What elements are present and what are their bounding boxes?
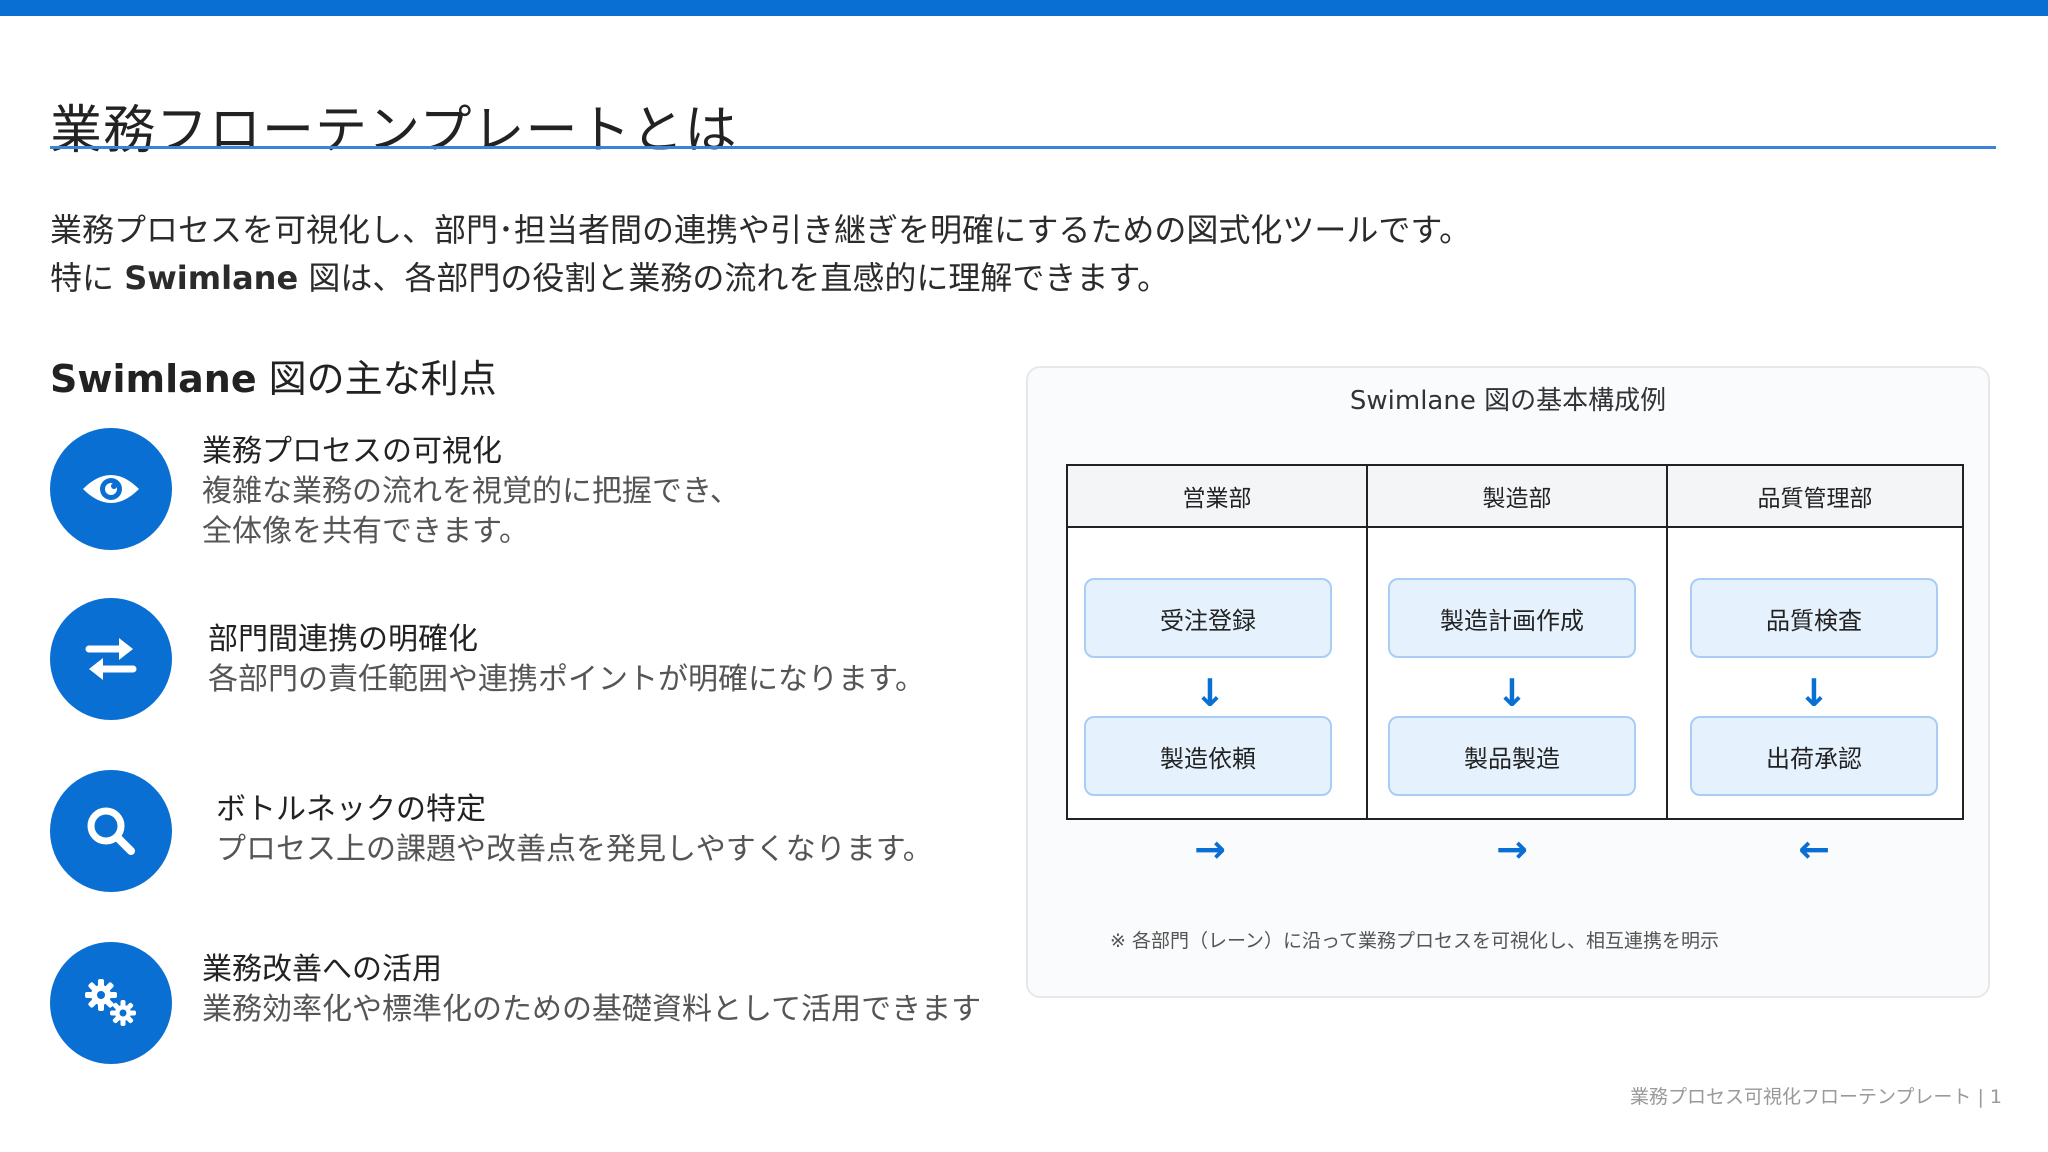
lane-header: 製造部 bbox=[1368, 466, 1666, 528]
lane-sales: 営業部 受注登録 ↓ 製造依頼 → bbox=[1068, 466, 1368, 868]
benefit-title: ボトルネックの特定 bbox=[216, 792, 486, 827]
benefit-title: 業務プロセスの可視化 bbox=[202, 434, 502, 469]
search-icon bbox=[50, 770, 172, 892]
swimlane-diagram-panel: Swimlane 図の基本構成例 営業部 受注登録 ↓ 製造依頼 → 製造部 製… bbox=[1026, 366, 1990, 998]
flow-step: 製品製造 bbox=[1388, 716, 1636, 796]
intro-line-2-suffix: 図は、各部門の役割と業務の流れを直感的に理解できます。 bbox=[298, 259, 1170, 297]
diagram-title: Swimlane 図の基本構成例 bbox=[1349, 386, 1667, 416]
arrow-down-icon: ↓ bbox=[1798, 671, 1830, 715]
arrow-left-icon: ← bbox=[1798, 827, 1830, 871]
eye-icon bbox=[50, 428, 172, 550]
lane-header: 品質管理部 bbox=[1668, 466, 1962, 528]
page-title: 業務フローテンプレートとは bbox=[50, 101, 738, 161]
lane-header: 営業部 bbox=[1068, 466, 1366, 528]
title-underline bbox=[50, 146, 1996, 149]
flow-step: 出荷承認 bbox=[1690, 716, 1938, 796]
arrow-down-icon: ↓ bbox=[1194, 671, 1226, 715]
flow-step: 品質検査 bbox=[1690, 578, 1938, 658]
benefit-desc-1: プロセス上の課題や改善点を発見しやすくなります。 bbox=[216, 832, 933, 867]
benefit-desc-2: 全体像を共有できます。 bbox=[202, 514, 529, 549]
benefits-heading-rest: 図の主な利点 bbox=[256, 357, 497, 401]
arrow-down-icon: ↓ bbox=[1496, 671, 1528, 715]
intro-line-2-prefix: 特に bbox=[50, 259, 125, 297]
benefit-title: 部門間連携の明確化 bbox=[208, 622, 478, 657]
page-footer: 業務プロセス可視化フローテンプレート | 1 bbox=[1630, 1082, 2002, 1109]
diagram-note: ※ 各部門（レーン）に沿って業務プロセスを可視化し、相互連携を明示 bbox=[1110, 930, 1720, 952]
benefit-desc-1: 複雑な業務の流れを視覚的に把握でき、 bbox=[202, 474, 740, 509]
benefits-heading: Swimlane 図の主な利点 bbox=[50, 348, 497, 403]
flow-step: 製造依頼 bbox=[1084, 716, 1332, 796]
intro-line-2-bold: Swimlane bbox=[124, 259, 299, 297]
gears-icon bbox=[50, 942, 172, 1064]
flow-step: 製造計画作成 bbox=[1388, 578, 1636, 658]
benefit-title: 業務改善への活用 bbox=[202, 952, 442, 987]
arrow-right-icon: → bbox=[1194, 827, 1226, 871]
intro-text: 業務プロセスを可視化し、部門･担当者間の連携や引き継ぎを明確にするための図式化ツ… bbox=[50, 206, 1471, 302]
footer-separator: | bbox=[1977, 1086, 1984, 1108]
benefit-text: 業務プロセスの可視化 複雑な業務の流れを視覚的に把握でき、 全体像を共有できます… bbox=[202, 432, 740, 552]
benefit-text: ボトルネックの特定 プロセス上の課題や改善点を発見しやすくなります。 bbox=[216, 790, 933, 870]
swimlane-table: 営業部 受注登録 ↓ 製造依頼 → 製造部 製造計画作成 ↓ 製品製造 → 品質… bbox=[1066, 464, 1964, 868]
swap-arrows-icon bbox=[50, 598, 172, 720]
footer-title: 業務プロセス可視化フローテンプレート bbox=[1629, 1086, 1972, 1108]
intro-line-2: 特に Swimlane 図は、各部門の役割と業務の流れを直感的に理解できます。 bbox=[50, 254, 1471, 302]
flow-step: 受注登録 bbox=[1084, 578, 1332, 658]
page-number: 1 bbox=[1989, 1086, 2002, 1108]
top-accent-bar bbox=[0, 0, 2048, 16]
arrow-right-icon: → bbox=[1496, 827, 1528, 871]
benefit-desc-1: 業務効率化や標準化のための基礎資料として活用できます bbox=[202, 992, 982, 1027]
lane-manufacturing: 製造部 製造計画作成 ↓ 製品製造 → bbox=[1368, 466, 1668, 868]
benefit-text: 業務改善への活用 業務効率化や標準化のための基礎資料として活用できます bbox=[202, 950, 981, 1030]
benefit-text: 部門間連携の明確化 各部門の責任範囲や連携ポイントが明確になります。 bbox=[208, 620, 925, 700]
lane-quality: 品質管理部 品質検査 ↓ 出荷承認 ← bbox=[1668, 466, 1962, 868]
benefit-desc-1: 各部門の責任範囲や連携ポイントが明確になります。 bbox=[208, 662, 925, 697]
benefits-heading-bold: Swimlane bbox=[50, 357, 257, 401]
intro-line-1: 業務プロセスを可視化し、部門･担当者間の連携や引き継ぎを明確にするための図式化ツ… bbox=[50, 211, 1472, 249]
